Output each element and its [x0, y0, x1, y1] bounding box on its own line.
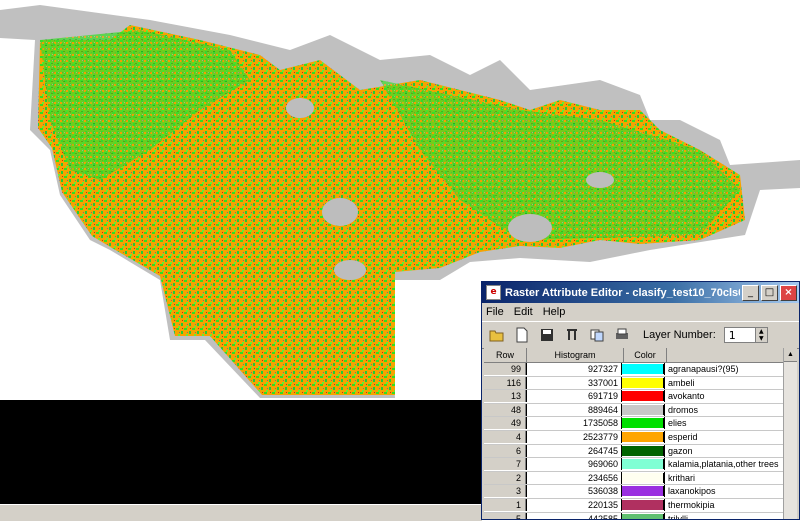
row-number: 99 [484, 363, 526, 375]
color-swatch[interactable] [622, 486, 664, 497]
table-header: Row Histogram Color [484, 348, 797, 363]
class-name-cell[interactable]: esperid [664, 430, 797, 443]
color-swatch[interactable] [622, 459, 664, 470]
scroll-up-icon[interactable]: ▲ [784, 348, 797, 362]
row-number: 49 [484, 417, 526, 430]
layer-number-value: 1 [728, 328, 736, 342]
column-header-histogram[interactable]: Histogram [527, 348, 624, 362]
histogram-cell[interactable]: 536038 [526, 485, 622, 498]
color-swatch[interactable] [622, 418, 664, 429]
row-number: 7 [484, 458, 526, 471]
status-strip [0, 504, 482, 521]
class-name-cell[interactable]: gazon [664, 444, 797, 457]
column-props-icon[interactable] [562, 326, 582, 344]
histogram-cell[interactable]: 1735058 [526, 417, 622, 430]
layer-number-label: Layer Number: [643, 329, 716, 341]
color-swatch[interactable] [622, 377, 664, 388]
open-folder-icon[interactable] [487, 326, 507, 344]
menu-bar: File Edit Help [482, 303, 799, 321]
table-row[interactable]: 7 969060 kalamia,platania,other trees [484, 458, 797, 472]
print-icon[interactable] [612, 326, 632, 344]
raster-attribute-editor-window: e Raster Attribute Editor - clasify_test… [481, 281, 800, 520]
maximize-icon[interactable]: □ [761, 284, 778, 301]
row-number: 48 [484, 403, 526, 416]
row-number: 5 [484, 512, 526, 519]
class-name-cell[interactable]: trilylli [664, 512, 797, 519]
table-row[interactable]: 5 442585 trilylli [484, 512, 797, 519]
class-name-cell[interactable]: dromos [664, 403, 797, 416]
histogram-cell[interactable]: 927327 [526, 363, 622, 375]
class-name-cell[interactable]: laxanokipos [664, 485, 797, 498]
save-icon[interactable] [537, 326, 557, 344]
table-row[interactable]: 4 2523779 esperid [484, 430, 797, 445]
histogram-cell[interactable]: 220135 [526, 498, 622, 511]
table-row[interactable]: 1 220135 thermokipia [484, 498, 797, 513]
histogram-cell[interactable]: 2523779 [526, 430, 622, 443]
class-name-cell[interactable]: elies [664, 417, 797, 430]
app-icon: e [486, 285, 501, 300]
attribute-table: Row Histogram Color 99 927327 agranapausi?… [484, 348, 797, 519]
color-swatch[interactable] [622, 472, 664, 483]
vertical-scrollbar[interactable]: ▲ [783, 348, 797, 519]
color-swatch[interactable] [622, 499, 664, 510]
close-icon[interactable]: × [780, 284, 797, 301]
class-name-cell[interactable]: thermokipia [664, 498, 797, 511]
histogram-cell[interactable]: 234656 [526, 471, 622, 484]
color-swatch[interactable] [622, 445, 664, 456]
menu-edit[interactable]: Edit [514, 306, 533, 318]
table-row[interactable]: 2 234656 krithari [484, 471, 797, 486]
table-row[interactable]: 3 536038 laxanokipos [484, 485, 797, 499]
table-row[interactable]: 13 691719 avokanto [484, 390, 797, 404]
menu-help[interactable]: Help [543, 306, 566, 318]
class-name-cell[interactable]: agranapausi?(95) [664, 363, 797, 375]
histogram-cell[interactable]: 264745 [526, 444, 622, 457]
spin-down-icon[interactable]: ▼ [756, 335, 767, 342]
black-band [0, 400, 482, 504]
title-bar[interactable]: e Raster Attribute Editor - clasify_test… [482, 282, 799, 303]
color-swatch[interactable] [622, 364, 664, 374]
layer-number-spinner[interactable]: 1 ▲ ▼ [723, 327, 768, 343]
row-number: 3 [484, 485, 526, 498]
row-number: 2 [484, 471, 526, 484]
table-row[interactable]: 49 1735058 elies [484, 417, 797, 431]
histogram-cell[interactable]: 691719 [526, 390, 622, 403]
column-header-class-name[interactable] [667, 348, 797, 362]
histogram-cell[interactable]: 442585 [526, 512, 622, 519]
class-name-cell[interactable]: kalamia,platania,other trees [664, 458, 797, 471]
row-number: 13 [484, 390, 526, 403]
color-swatch[interactable] [622, 513, 664, 519]
histogram-cell[interactable]: 337001 [526, 376, 622, 389]
histogram-cell[interactable]: 889464 [526, 403, 622, 416]
window-title: Raster Attribute Editor - clasify_test10… [505, 286, 740, 299]
table-row[interactable]: 116 337001 ambeli [484, 376, 797, 391]
copy-icon[interactable] [587, 326, 607, 344]
color-swatch[interactable] [622, 391, 664, 402]
spin-up-icon[interactable]: ▲ [756, 328, 767, 335]
column-header-row[interactable]: Row [484, 348, 527, 362]
menu-file[interactable]: File [486, 306, 504, 318]
table-row[interactable]: 48 889464 dromos [484, 403, 797, 418]
row-number: 4 [484, 430, 526, 443]
row-number: 6 [484, 444, 526, 457]
color-swatch[interactable] [622, 431, 664, 442]
minimize-icon[interactable]: _ [742, 284, 759, 301]
table-body: 99 927327 agranapausi?(95) 116 337001 ambeli 1… [484, 363, 797, 519]
toolbar: Layer Number: 1 ▲ ▼ [482, 321, 799, 349]
histogram-cell[interactable]: 969060 [526, 458, 622, 471]
table-row[interactable]: 99 927327 agranapausi?(95) [484, 363, 797, 377]
class-name-cell[interactable]: avokanto [664, 390, 797, 403]
table-row[interactable]: 6 264745 gazon [484, 444, 797, 459]
color-swatch[interactable] [622, 404, 664, 415]
class-name-cell[interactable]: ambeli [664, 376, 797, 389]
new-file-icon[interactable] [512, 326, 532, 344]
row-number: 116 [484, 376, 526, 389]
row-number: 1 [484, 498, 526, 511]
column-header-color[interactable]: Color [624, 348, 667, 362]
class-name-cell[interactable]: krithari [664, 471, 797, 484]
